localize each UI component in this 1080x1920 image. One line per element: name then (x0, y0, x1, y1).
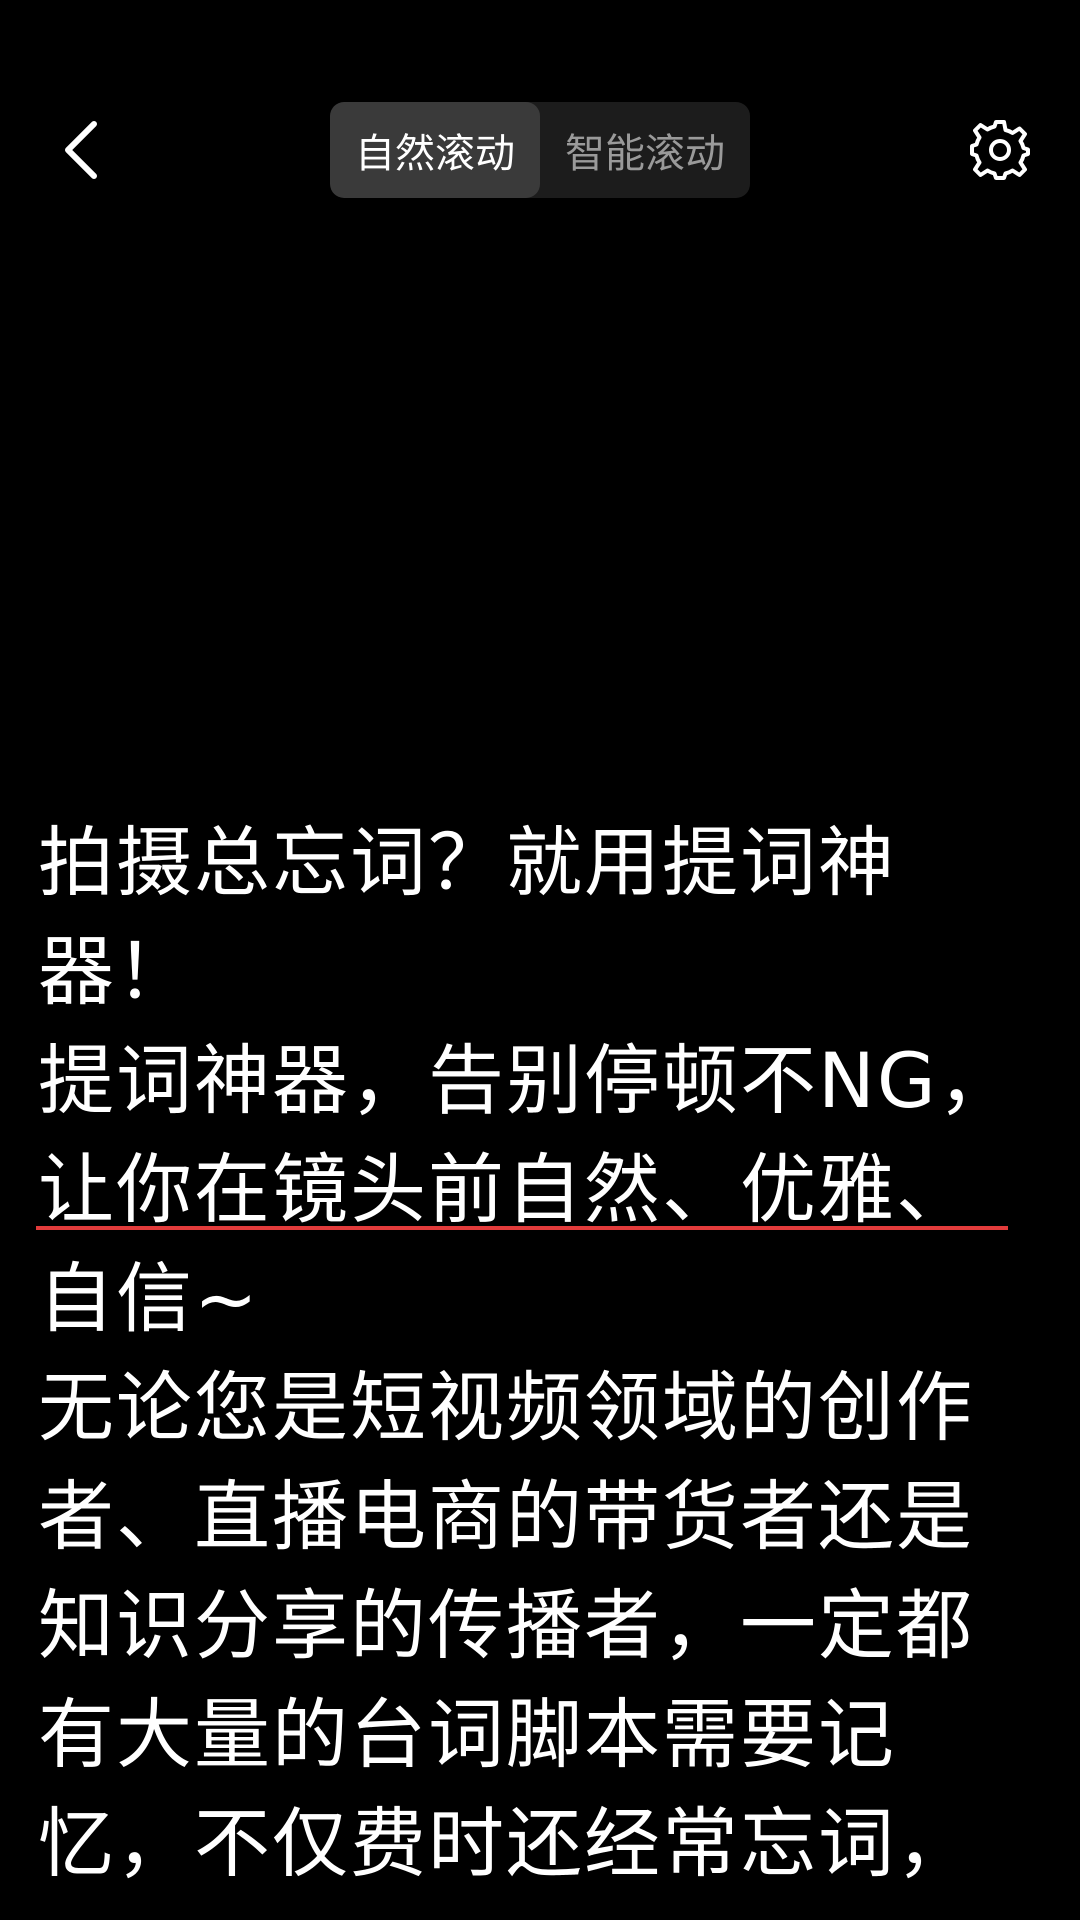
reading-position-line (36, 1226, 1008, 1230)
gear-icon (970, 120, 1030, 180)
chevron-left-icon (65, 121, 97, 179)
settings-button[interactable] (960, 110, 1040, 190)
script-paragraph: 提词神器，告别停顿不NG，让你在镜头前自然、优雅、自信~ (38, 1036, 1016, 1343)
tab-natural-scroll[interactable]: 自然滚动 (330, 102, 540, 198)
tab-smart-scroll[interactable]: 智能滚动 (540, 102, 750, 198)
teleprompter-script: 拍摄总忘词？就用提词神器！ 提词神器，告别停顿不NG，让你在镜头前自然、优雅、自… (38, 808, 1018, 1898)
scroll-mode-switch: 自然滚动 智能滚动 (330, 102, 750, 198)
back-button[interactable] (40, 100, 120, 200)
top-bar: 自然滚动 智能滚动 (0, 0, 1080, 300)
script-paragraph: 无论您是短视频领域的创作者、直播电商的带货者还是知识分享的传播者，一定都有大量的… (38, 1363, 974, 1888)
script-paragraph: 拍摄总忘词？就用提词神器！ (38, 818, 896, 1016)
